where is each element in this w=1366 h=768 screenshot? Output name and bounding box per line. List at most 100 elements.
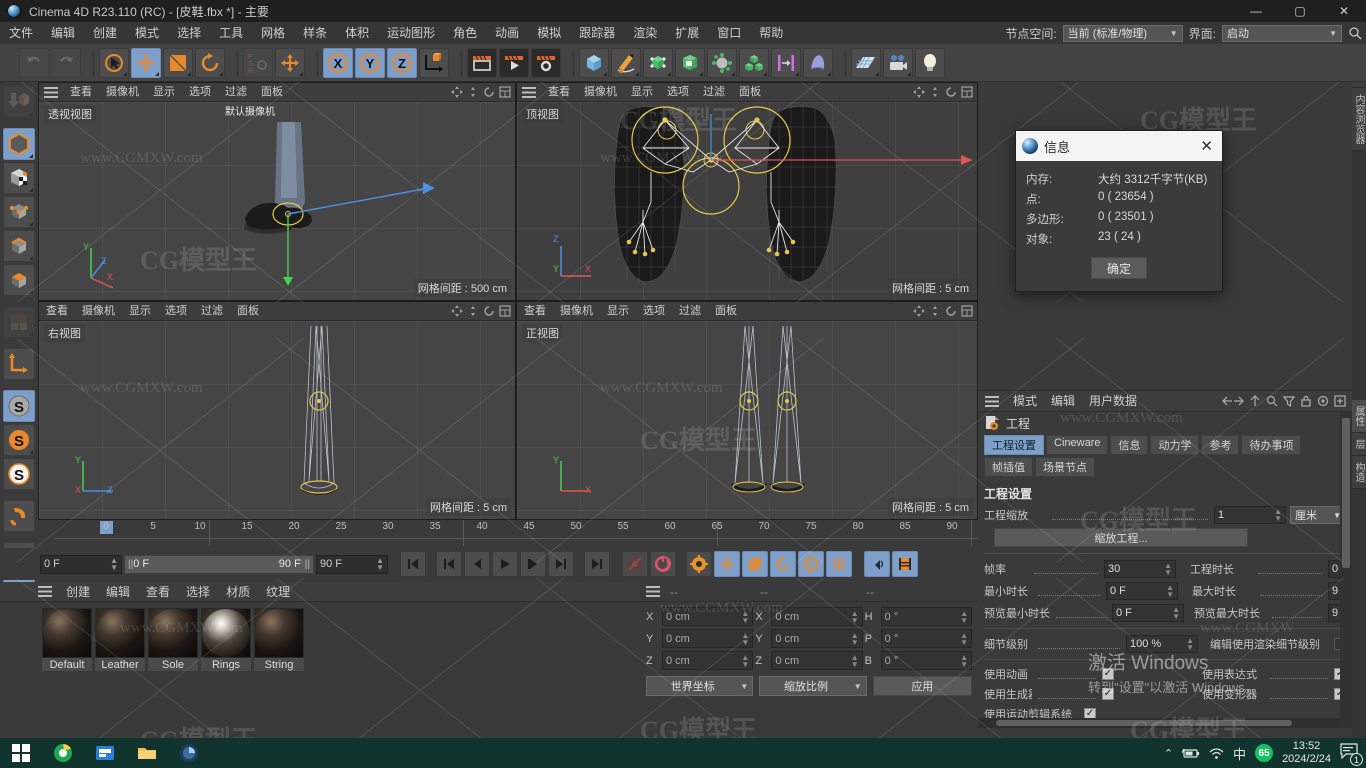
floor-environment-button[interactable] (851, 47, 881, 78)
zoom-icon[interactable] (467, 86, 479, 98)
coordinate-system-select[interactable]: 世界坐标 ▼ (646, 676, 754, 696)
material-menu-texture[interactable]: 纹理 (258, 582, 298, 602)
key-rotation-button[interactable] (770, 551, 796, 577)
vp2-canvas[interactable]: 顶视图 网格间距 : 5 cm Z X Y (517, 102, 977, 300)
material-preview[interactable] (201, 608, 251, 658)
menu-item-tools[interactable]: 工具 (210, 22, 252, 44)
taskbar-explorer-icon[interactable] (126, 738, 168, 768)
modeling-object-button[interactable] (675, 47, 705, 78)
menu-item-mesh[interactable]: 网格 (252, 22, 294, 44)
vp3-menu-camera[interactable]: 摄像机 (75, 302, 122, 321)
vp2-menu-camera[interactable]: 摄像机 (577, 83, 624, 102)
pan-icon[interactable] (913, 305, 925, 317)
field-fps[interactable]: 30 ▲ ▼ (1104, 560, 1176, 578)
am-menu-edit[interactable]: 编辑 (1044, 390, 1082, 412)
battery-icon[interactable] (1182, 747, 1200, 760)
scale-mode-select[interactable]: 缩放比例 ▼ (759, 676, 867, 696)
vp4-menu-panel[interactable]: 面板 (708, 302, 744, 321)
menu-item-simulate[interactable]: 模拟 (528, 22, 570, 44)
viewport-top[interactable]: 查看 摄像机 显示 选项 过滤 面板 顶视图 网格间距 : 5 cm Z X Y (516, 82, 978, 301)
target-icon[interactable] (1317, 395, 1329, 407)
tab-reference[interactable]: 参考 (1201, 435, 1240, 455)
live-selection-button[interactable] (99, 47, 129, 78)
camera-button[interactable] (883, 47, 913, 78)
menu-item-character[interactable]: 角色 (444, 22, 486, 44)
material-preview[interactable] (254, 608, 304, 658)
maximize-viewport-icon[interactable] (499, 305, 511, 317)
hamburger-icon[interactable] (44, 86, 58, 98)
node-space-select[interactable]: 当前 (标准/物理) ▼ (1062, 24, 1183, 42)
light-button[interactable] (915, 47, 945, 78)
tab-dynamics[interactable]: 动力学 (1150, 435, 1200, 455)
attribute-vertical-scrollbar[interactable] (1340, 412, 1352, 728)
vp2-menu-view[interactable]: 查看 (541, 83, 577, 102)
am-menu-userdata[interactable]: 用户数据 (1082, 390, 1144, 412)
viewport-right[interactable]: 查看 摄像机 显示 选项 过滤 面板 右视图 网格间距 : 5 cm Y Z X (38, 301, 516, 520)
info-dialog[interactable]: 信息 ✕ 内存: 大约 3312千字节(KB) 点: 0 ( 23654 ) 多… (1015, 130, 1223, 292)
menu-item-tracker[interactable]: 跟踪器 (570, 22, 624, 44)
taskbar-store-icon[interactable] (84, 738, 126, 768)
search-icon[interactable] (1266, 395, 1278, 407)
zoom-icon[interactable] (929, 305, 941, 317)
maximize-viewport-icon[interactable] (961, 305, 973, 317)
enable-snap-button[interactable]: S (3, 390, 35, 422)
move-tool-button[interactable] (131, 47, 161, 78)
info-dialog-close-icon[interactable]: ✕ (1197, 139, 1216, 154)
coord-field-size-y[interactable]: 0 cm ▲ ▼ (771, 629, 863, 648)
vtab-attributes[interactable]: 属性 (1352, 400, 1366, 433)
world-object-coordinate-button[interactable] (419, 47, 449, 78)
vp4-menu-camera[interactable]: 摄像机 (553, 302, 600, 321)
checkbox-use-animation[interactable]: ✓ (1102, 668, 1114, 680)
preview-range-slider[interactable]: || 0 F 90 F || (124, 554, 314, 574)
material-preview[interactable] (42, 608, 92, 658)
go-to-end-button[interactable] (584, 551, 610, 577)
hamburger-icon[interactable] (38, 586, 52, 597)
vtab-structure[interactable]: 构造 (1352, 456, 1366, 489)
minimize-button[interactable]: — (1234, 0, 1278, 22)
close-button[interactable]: ✕ (1322, 0, 1366, 22)
pan-icon[interactable] (913, 86, 925, 98)
rotate-icon[interactable] (945, 86, 957, 98)
record-active-objects-button[interactable] (622, 551, 648, 577)
material-item[interactable]: Leather (95, 608, 145, 671)
material-menu-material[interactable]: 材质 (218, 582, 258, 602)
go-to-next-key-button[interactable] (548, 551, 574, 577)
rotate-icon[interactable] (483, 305, 495, 317)
maximize-viewport-icon[interactable] (499, 86, 511, 98)
tab-frame-interpolation[interactable]: 帧插值 (984, 457, 1033, 477)
hamburger-icon[interactable] (522, 86, 536, 98)
vtab-layers[interactable]: 层 (1352, 433, 1366, 456)
quantize-button[interactable]: S (3, 458, 35, 490)
ime-indicator[interactable]: 中 (1233, 744, 1246, 763)
pan-icon[interactable] (451, 305, 463, 317)
timeline-window-button[interactable] (892, 551, 918, 577)
menu-item-help[interactable]: 帮助 (750, 22, 792, 44)
up-arrow-icon[interactable] (1249, 395, 1261, 407)
vp1-menu-view[interactable]: 查看 (63, 83, 99, 102)
viewport-front[interactable]: 查看 摄像机 显示 选项 过滤 面板 正视图 网格间距 : 5 cm Y X (516, 301, 978, 520)
psr-reset-button[interactable]: PSR (243, 47, 273, 78)
coord-field-pos-y[interactable]: 0 cm ▲ ▼ (662, 629, 754, 648)
render-to-picture-viewer-button[interactable] (499, 47, 529, 78)
tab-cineware[interactable]: Cineware (1046, 435, 1109, 455)
redo-button[interactable] (51, 47, 81, 78)
coord-field-pos-z[interactable]: 0 cm ▲ ▼ (662, 651, 754, 670)
menu-item-file[interactable]: 文件 (0, 22, 42, 44)
tab-info[interactable]: 信息 (1110, 435, 1149, 455)
step-back-button[interactable] (464, 551, 490, 577)
notification-center-button[interactable]: 1 (1340, 743, 1363, 766)
vp3-menu-options[interactable]: 选项 (158, 302, 194, 321)
wifi-icon[interactable] (1209, 747, 1224, 760)
tab-project-settings[interactable]: 工程设置 (984, 435, 1044, 455)
vp2-menu-filter[interactable]: 过滤 (696, 83, 732, 102)
uv-mode-button[interactable] (3, 306, 35, 338)
vp2-menu-options[interactable]: 选项 (660, 83, 696, 102)
layout-select[interactable]: 启动 ▼ (1222, 24, 1342, 42)
field-lod[interactable]: 100 % ▲ ▼ (1126, 635, 1198, 653)
key-position-button[interactable] (714, 551, 740, 577)
move-duplicate-button[interactable] (275, 47, 305, 78)
hamburger-icon[interactable] (646, 586, 660, 597)
coord-field-size-z[interactable]: 0 cm ▲ ▼ (771, 651, 863, 670)
vp4-menu-view[interactable]: 查看 (517, 302, 553, 321)
taskbar-cinema4d-icon[interactable] (168, 738, 210, 768)
